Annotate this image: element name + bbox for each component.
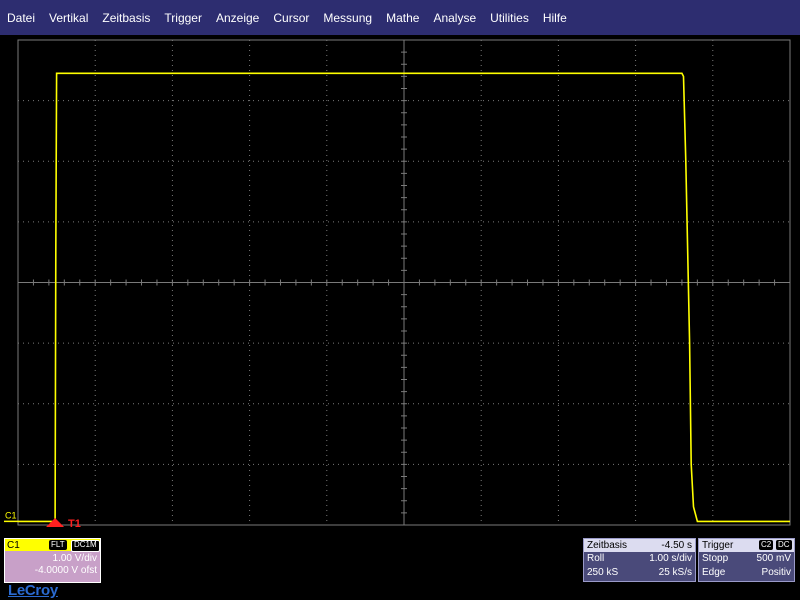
- coupling-badge: DC1M: [71, 540, 100, 552]
- timebase-row-2: 250 kS 25 kS/s: [584, 566, 695, 580]
- trigger-header: Trigger C2 DC: [699, 539, 794, 552]
- menu-item-hilfe[interactable]: Hilfe: [536, 11, 574, 25]
- menu-item-datei[interactable]: Datei: [0, 11, 42, 25]
- menu-item-messung[interactable]: Messung: [316, 11, 379, 25]
- lecroy-logo[interactable]: LeCroy: [8, 582, 58, 599]
- timebase-row-1: Roll 1.00 s/div: [584, 552, 695, 566]
- trigger-descriptor[interactable]: Trigger C2 DC Stopp 500 mV Edge Positiv: [698, 538, 795, 582]
- menu-item-anzeige[interactable]: Anzeige: [209, 11, 266, 25]
- filter-badge: FLT: [49, 540, 67, 550]
- trigger-marker-label: T1: [68, 518, 81, 530]
- menu-item-vertikal[interactable]: Vertikal: [42, 11, 95, 25]
- menu-item-trigger[interactable]: Trigger: [157, 11, 209, 25]
- status-area: C1 FLT DC1M 1.00 V/div -4.0000 V ofst Le…: [0, 530, 800, 600]
- channel-offset: -4.0000 V ofst: [34, 565, 97, 576]
- timebase-tdiv: 1.00 s/div: [649, 553, 692, 564]
- trigger-mode: Stopp: [702, 553, 729, 564]
- trigger-title: Trigger: [702, 540, 734, 551]
- timebase-descriptor[interactable]: Zeitbasis -4.50 s Roll 1.00 s/div 250 kS…: [583, 538, 696, 582]
- trigger-level: 500 mV: [756, 553, 791, 564]
- menu-item-utilities[interactable]: Utilities: [483, 11, 536, 25]
- channel-name: C1: [7, 539, 20, 551]
- menu-bar: Datei Vertikal Zeitbasis Trigger Anzeige Curs…: [0, 0, 800, 35]
- trigger-slope: Positiv: [761, 567, 791, 578]
- trigger-marker-arrow: [46, 518, 65, 527]
- timebase-header: Zeitbasis -4.50 s: [584, 539, 695, 552]
- channel-marker-label: C1: [5, 510, 17, 520]
- timebase-delay: -4.50 s: [661, 540, 692, 551]
- timebase-samples: 250 kS: [587, 567, 619, 578]
- timebase-rate: 25 kS/s: [658, 567, 692, 578]
- timebase-title: Zeitbasis: [587, 540, 628, 551]
- channel-vdiv: 1.00 V/div: [52, 553, 97, 564]
- menu-item-mathe[interactable]: Mathe: [379, 11, 426, 25]
- oscilloscope-display[interactable]: C1 T1: [0, 35, 800, 530]
- menu-item-cursor[interactable]: Cursor: [266, 11, 316, 25]
- menu-item-analyse[interactable]: Analyse: [426, 11, 483, 25]
- timebase-mode: Roll: [587, 553, 605, 564]
- trigger-row-2: Edge Positiv: [699, 566, 794, 580]
- trigger-row-1: Stopp 500 mV: [699, 552, 794, 566]
- trigger-coupling-badge: DC: [776, 540, 792, 550]
- trigger-source-badge: C2: [759, 540, 774, 550]
- trigger-type: Edge: [702, 567, 726, 578]
- channel-descriptor-c1[interactable]: C1 FLT DC1M 1.00 V/div -4.0000 V ofst: [4, 538, 101, 583]
- menu-item-zeitbasis[interactable]: Zeitbasis: [95, 11, 157, 25]
- channel-header: C1 FLT DC1M: [5, 539, 100, 552]
